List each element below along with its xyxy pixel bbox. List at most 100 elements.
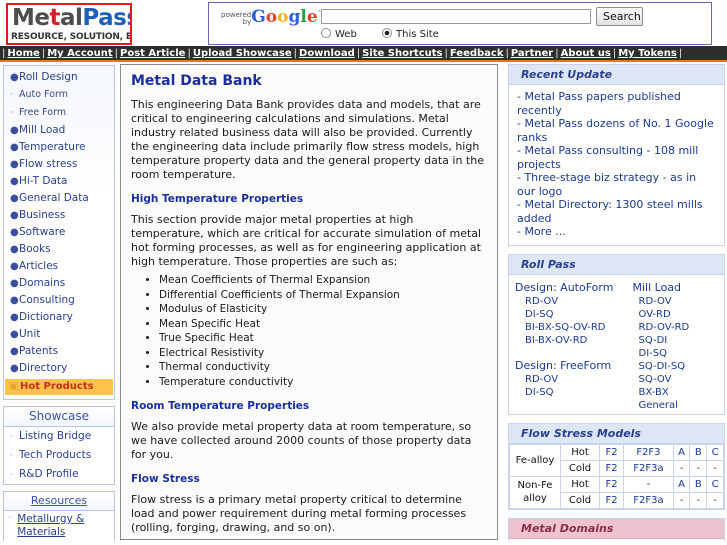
sidebar-item-dictionary[interactable]: ●Dictionary — [4, 309, 114, 326]
sidebar-item-label: Mill Load — [19, 124, 66, 136]
cell-model[interactable]: A — [672, 443, 691, 461]
cell-model[interactable]: C — [706, 443, 724, 461]
sidebar-item-patents[interactable]: ●Patents — [4, 343, 114, 360]
cell-model[interactable]: F2F3 — [623, 443, 674, 461]
roll-pass-item[interactable]: DI-SQ — [525, 308, 617, 321]
roll-pass-item[interactable]: BI-BX-OV-RD — [525, 334, 617, 347]
recent-update-item[interactable]: - Metal Pass papers published recently — [517, 90, 716, 117]
site-logo[interactable]: MetalPass RESOURCE, SOLUTION, E-BIZ — [6, 3, 132, 45]
roll-pass-item[interactable]: BI-BX-SQ-OV-RD — [525, 321, 617, 334]
list-item: Modulus of Elasticity — [159, 302, 487, 317]
search-input[interactable] — [321, 9, 591, 24]
sidebar-item-free-form[interactable]: · Free Form — [4, 104, 114, 122]
list-item: Mean Coefficients of Thermal Expansion — [159, 273, 487, 288]
mill-load-item[interactable]: OV-RD — [639, 308, 725, 321]
nav-item-post-article[interactable]: Post Article — [118, 47, 187, 60]
cell-model[interactable]: F2 — [598, 459, 625, 477]
cell-model: - — [706, 491, 724, 509]
recent-update-more-link[interactable]: - More ... — [517, 225, 716, 239]
sidebar-item-auto-form[interactable]: · Auto Form — [4, 86, 114, 104]
cell-model[interactable]: F2F3a — [623, 491, 674, 509]
cell-model[interactable]: A — [672, 475, 691, 493]
roll-pass-item[interactable]: RD-OV — [525, 295, 617, 308]
resources-title: Resources — [4, 492, 114, 511]
sidebar-item-roll-design[interactable]: ●Roll Design — [4, 69, 114, 86]
roll-pass-body: Design: AutoForm RD-OV DI-SQ BI-BX-SQ-OV… — [509, 275, 724, 414]
recent-update-item[interactable]: - Metal Pass consulting - 108 mill proje… — [517, 144, 716, 171]
sidebar-item-mill-load[interactable]: ●Mill Load — [4, 122, 114, 139]
sidebar-item-books[interactable]: ●Books — [4, 241, 114, 258]
mill-load-item[interactable]: General — [639, 399, 725, 412]
google-letter-o2: o — [277, 7, 289, 27]
cell-model[interactable]: C — [706, 475, 724, 493]
sidebar-item-hot-products[interactable]: ▣ Hot Products — [5, 379, 113, 395]
radio-web-icon[interactable] — [321, 28, 331, 38]
mill-load-item[interactable]: SQ-OV — [639, 373, 725, 386]
sidebar-item-consulting[interactable]: ●Consulting — [4, 292, 114, 309]
search-scope-web-label: Web — [335, 29, 357, 40]
sidebar-item-flow-stress[interactable]: ●Flow stress — [4, 156, 114, 173]
roll-pass-item[interactable]: RD-OV — [525, 373, 617, 386]
nav-item-partner[interactable]: Partner — [509, 47, 555, 60]
sidebar-item-label: Articles — [19, 260, 59, 272]
search-scope-site[interactable]: This Site — [382, 28, 439, 40]
nav-item-my-account[interactable]: My Account — [45, 47, 114, 60]
mill-load-title[interactable]: Mill Load — [633, 281, 725, 294]
mill-load-item[interactable]: BX-BX — [639, 386, 725, 399]
sidebar-item-business[interactable]: ●Business — [4, 207, 114, 224]
sidebar-item-rd-profile[interactable]: · R&D Profile — [4, 465, 114, 484]
metal-domains-body: DOMAIN NAMES On Metal For Metal and Engi… — [509, 539, 724, 542]
section-heading-high-temperature: High Temperature Properties — [131, 193, 304, 205]
cell-model[interactable]: B — [689, 475, 708, 493]
list-item: Differential Coefficients of Thermal Exp… — [159, 288, 487, 303]
cell-model[interactable]: B — [689, 443, 708, 461]
search-scope-web[interactable]: Web — [321, 28, 357, 40]
sidebar-item-directory[interactable]: ●Directory — [4, 360, 114, 377]
cell-model[interactable]: F2 — [598, 491, 625, 509]
cell-model[interactable]: F2 — [598, 475, 625, 493]
sidebar-item-domains[interactable]: ●Domains — [4, 275, 114, 292]
roll-pass-title: Roll Pass — [509, 254, 724, 275]
showcase-item-label: Tech Products — [19, 449, 92, 461]
search-button[interactable]: Search — [596, 7, 643, 26]
cell-model[interactable]: F2F3a — [623, 459, 674, 477]
sidebar-item-general-data[interactable]: ●General Data — [4, 190, 114, 207]
mill-load-item[interactable]: RD-OV-RD — [639, 321, 725, 334]
bullet-icon: ● — [10, 261, 19, 272]
sidebar-item-listing-bridge[interactable]: · Listing Bridge — [4, 427, 114, 446]
mill-load-item[interactable]: SQ-DI — [639, 334, 725, 347]
sidebar-item-hi-t-data[interactable]: ●Hi-T Data — [4, 173, 114, 190]
recent-update-item[interactable]: - Three-stage biz strategy - as in our l… — [517, 171, 716, 198]
nav-item-home[interactable]: Home — [5, 47, 41, 60]
showcase-item-label: R&D Profile — [19, 468, 79, 480]
nav-item-upload-showcase[interactable]: Upload Showcase — [191, 47, 294, 60]
sidebar-item-software[interactable]: ●Software — [4, 224, 114, 241]
cell-model: - — [689, 459, 708, 477]
nav-item-site-shortcuts[interactable]: Site Shortcuts — [360, 47, 444, 60]
bullet-icon: · — [10, 108, 13, 118]
roll-pass-group-title[interactable]: Design: AutoForm — [515, 281, 617, 294]
logo-part-4: Pass — [82, 5, 130, 31]
sidebar-item-metallurgy-materials[interactable]: Metallurgy & Materials — [15, 513, 114, 539]
roll-pass-group-title[interactable]: Design: FreeForm — [515, 359, 617, 372]
mill-load-item[interactable]: RD-OV — [639, 295, 725, 308]
nav-item-feedback[interactable]: Feedback — [448, 47, 506, 60]
metal-domains-panel: Metal Domains DOMAIN NAMES On Metal For … — [508, 517, 725, 542]
recent-update-item[interactable]: - Metal Pass dozens of No. 1 Google rank… — [517, 117, 716, 144]
sidebar-item-articles[interactable]: ●Articles — [4, 258, 114, 275]
sidebar-item-unit[interactable]: ●Unit — [4, 326, 114, 343]
recent-update-item[interactable]: - Metal Directory: 1300 steel mills adde… — [517, 198, 716, 225]
sidebar-item-label: Books — [19, 243, 51, 255]
sidebar-item-tech-products[interactable]: · Tech Products — [4, 446, 114, 465]
recent-update-panel: Recent Update - Metal Pass papers publis… — [508, 64, 725, 246]
radio-this-site-icon[interactable] — [382, 28, 392, 38]
sidebar-item-temperature[interactable]: ●Temperature — [4, 139, 114, 156]
nav-item-download[interactable]: Download — [297, 47, 357, 60]
roll-pass-item[interactable]: DI-SQ — [525, 386, 617, 399]
nav-item-my-tokens[interactable]: My Tokens — [616, 47, 679, 60]
flow-stress-models-title: Flow Stress Models — [509, 423, 724, 444]
mill-load-item[interactable]: SQ-DI-SQ — [639, 360, 725, 373]
cell-model[interactable]: F2 — [598, 443, 625, 461]
mill-load-item[interactable]: DI-SQ — [639, 347, 725, 360]
nav-item-about-us[interactable]: About us — [559, 47, 613, 60]
